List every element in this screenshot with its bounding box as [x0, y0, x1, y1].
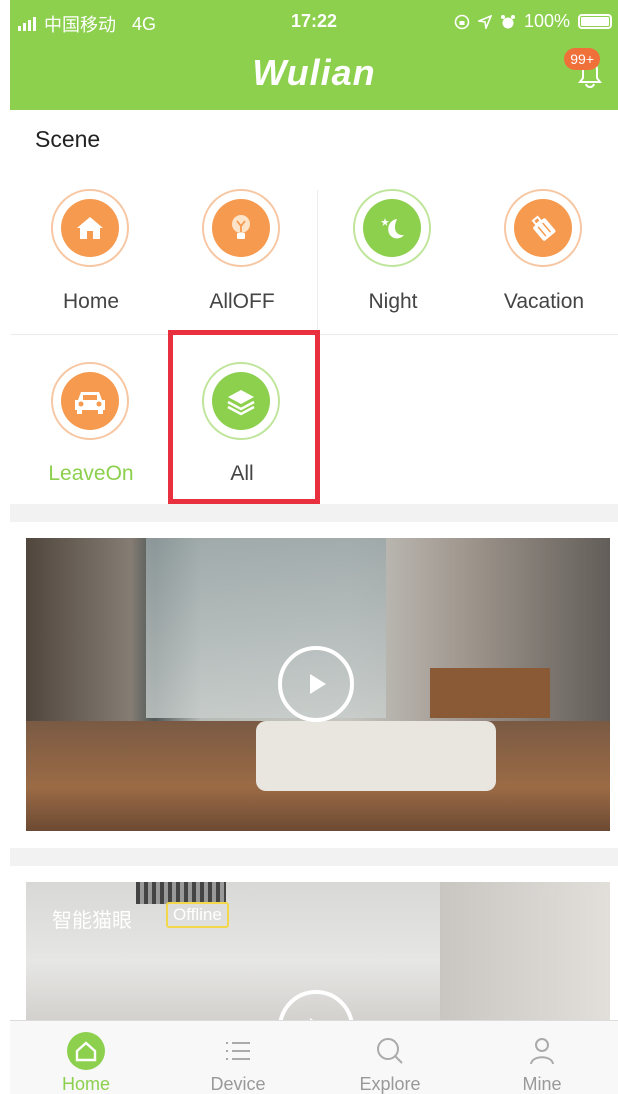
- status-bar: 中国移动 4G 17:22 100%: [10, 0, 618, 42]
- luggage-icon: [531, 215, 556, 241]
- tab-device[interactable]: Device: [162, 1021, 314, 1094]
- tab-bar: Home Device Explore Mine: [10, 1020, 618, 1094]
- section-separator: [10, 504, 618, 522]
- scene-all-button[interactable]: All: [166, 352, 318, 502]
- tab-home[interactable]: Home: [10, 1021, 162, 1094]
- orientation-lock-icon: [454, 14, 470, 29]
- scene-icon-ring: [353, 189, 431, 267]
- scene-label: All: [230, 462, 254, 485]
- search-icon: [377, 1038, 403, 1064]
- scene-label: Home: [62, 290, 120, 313]
- play-button[interactable]: [278, 646, 354, 722]
- app-header: 中国移动 4G 17:22 100% Wulian 99+: [10, 0, 618, 110]
- section-separator: [10, 848, 618, 866]
- home-icon: [67, 1032, 105, 1070]
- camera-name: 智能猫眼: [52, 910, 132, 932]
- house-icon: [77, 217, 103, 239]
- tab-explore[interactable]: Explore: [314, 1021, 466, 1094]
- tab-label: Device: [210, 1074, 266, 1094]
- scene-icon-ring: [202, 189, 280, 267]
- car-icon: [75, 392, 105, 414]
- tab-label: Mine: [522, 1074, 562, 1094]
- list-icon: [226, 1042, 250, 1060]
- scene-label: AllOFF: [209, 290, 275, 313]
- scene-title: Scene: [35, 126, 101, 152]
- tab-label: Home: [61, 1074, 110, 1094]
- tab-mine[interactable]: Mine: [466, 1021, 618, 1094]
- moon-icon: [381, 218, 404, 239]
- scene-icon-ring: [51, 362, 129, 440]
- location-icon: [477, 14, 492, 29]
- divider: [10, 334, 618, 335]
- status-right: 100%: [454, 11, 612, 32]
- scene-vacation-button[interactable]: Vacation: [468, 184, 618, 334]
- camera-preview[interactable]: [26, 538, 610, 831]
- battery-icon: [578, 14, 612, 29]
- person-icon: [530, 1038, 554, 1065]
- battery-percent: 100%: [523, 11, 570, 31]
- bulb-icon: [232, 215, 250, 239]
- scene-label: Night: [368, 290, 418, 313]
- scene-alloff-button[interactable]: AllOFF: [166, 184, 318, 334]
- scene-icon-ring: [202, 362, 280, 440]
- status-badge: Offline: [166, 902, 229, 928]
- layers-icon: [227, 390, 255, 416]
- scene-home-button[interactable]: Home: [15, 184, 167, 334]
- scene-leaveon-button[interactable]: LeaveOn: [15, 352, 167, 502]
- scene-icon-ring: [51, 189, 129, 267]
- scene-label: LeaveOn: [48, 462, 134, 485]
- notification-badge: 99+: [564, 48, 600, 70]
- app-logo: Wulian: [252, 52, 376, 93]
- scene-icon-ring: [504, 189, 582, 267]
- app-screen: 中国移动 4G 17:22 100% Wulian 99+ Scene Home: [10, 0, 618, 1094]
- alarm-icon: [500, 14, 515, 28]
- scene-night-button[interactable]: Night: [317, 184, 469, 334]
- tab-label: Explore: [359, 1074, 421, 1094]
- scene-label: Vacation: [503, 290, 585, 313]
- play-icon: [310, 674, 326, 694]
